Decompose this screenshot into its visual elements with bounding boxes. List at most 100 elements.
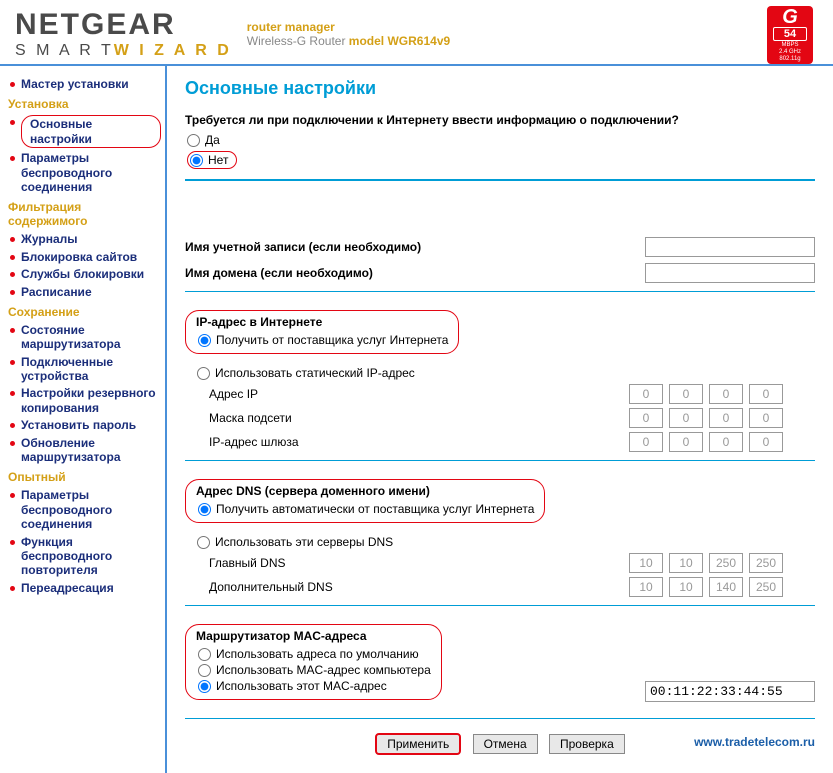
logo: NETGEAR S M A R TW I Z A R D bbox=[15, 8, 232, 60]
header: NETGEAR S M A R TW I Z A R D router mana… bbox=[0, 0, 833, 66]
divider bbox=[185, 718, 815, 719]
secondary-dns-octet-2[interactable] bbox=[669, 577, 703, 597]
mac-heading: Маршрутизатор MAC-адреса bbox=[196, 629, 431, 643]
sidebar-item[interactable]: Функция беспроводного повторителя bbox=[8, 535, 161, 578]
button-row: Применить Отмена Проверка www.tradetelec… bbox=[185, 733, 815, 755]
sidebar-item[interactable]: Расписание bbox=[8, 285, 161, 299]
bullet-icon bbox=[10, 237, 15, 242]
bullet-icon bbox=[10, 290, 15, 295]
header-tagline: router manager Wireless-G Router model W… bbox=[247, 20, 450, 48]
sidebar: Мастер установки Установка Основные настр… bbox=[0, 66, 167, 773]
sidebar-item[interactable]: Переадресация bbox=[8, 581, 161, 595]
sidebar-link[interactable]: Расписание bbox=[21, 285, 92, 299]
divider bbox=[185, 179, 815, 181]
sidebar-link[interactable]: Обновление маршрутизатора bbox=[21, 436, 161, 465]
sidebar-section-title: Опытный bbox=[8, 470, 161, 484]
mac-this-radio[interactable]: Использовать этот MAC-адрес bbox=[198, 679, 431, 693]
secondary-dns-octet-3[interactable] bbox=[709, 577, 743, 597]
ip-address-octet-2[interactable] bbox=[669, 384, 703, 404]
sidebar-link[interactable]: Подключенные устройства bbox=[21, 355, 161, 384]
dns-manual-radio[interactable]: Использовать эти серверы DNS bbox=[197, 535, 815, 549]
mac-computer-radio[interactable]: Использовать MAC-адрес компьютера bbox=[198, 663, 431, 677]
gateway-octet-3[interactable] bbox=[709, 432, 743, 452]
bullet-icon bbox=[10, 586, 15, 591]
subnet-mask-octet-3[interactable] bbox=[709, 408, 743, 428]
bullet-icon bbox=[10, 82, 15, 87]
bullet-icon bbox=[10, 120, 15, 125]
gateway-octet-1[interactable] bbox=[629, 432, 663, 452]
subnet-label: Маска подсети bbox=[209, 411, 629, 425]
sidebar-link[interactable]: Параметры беспроводного соединения bbox=[21, 488, 161, 531]
ip-address-octet-4[interactable] bbox=[749, 384, 783, 404]
sidebar-link[interactable]: Журналы bbox=[21, 232, 77, 246]
login-question: Требуется ли при подключении к Интернету… bbox=[185, 113, 815, 127]
secondary-dns-octet-1[interactable] bbox=[629, 577, 663, 597]
logo-sub: S M A R TW I Z A R D bbox=[15, 42, 232, 60]
wireless-g-badge-icon: G 54 MBPS 2.4 GHz 802.11g bbox=[767, 6, 813, 64]
bullet-icon bbox=[10, 360, 15, 365]
domain-input[interactable] bbox=[645, 263, 815, 283]
sidebar-item[interactable]: Состояние маршрутизатора bbox=[8, 323, 161, 352]
sidebar-item[interactable]: Подключенные устройства bbox=[8, 355, 161, 384]
sidebar-section-title: Установка bbox=[8, 97, 161, 111]
divider bbox=[185, 605, 815, 606]
sidebar-item[interactable]: Журналы bbox=[8, 232, 161, 246]
sidebar-item[interactable]: Параметры беспроводного соединения bbox=[8, 488, 161, 531]
account-input[interactable] bbox=[645, 237, 815, 257]
dns-auto-radio[interactable]: Получить автоматически от поставщика усл… bbox=[198, 502, 534, 516]
domain-label: Имя домена (если необходимо) bbox=[185, 266, 645, 280]
secondary-dns-octet-4[interactable] bbox=[749, 577, 783, 597]
sidebar-link[interactable]: Переадресация bbox=[21, 581, 114, 595]
sidebar-item[interactable]: Мастер установки bbox=[8, 77, 161, 91]
primary-dns-octet-1[interactable] bbox=[629, 553, 663, 573]
sidebar-link[interactable]: Установить пароль bbox=[21, 418, 136, 432]
subnet-mask-octet-4[interactable] bbox=[749, 408, 783, 428]
apply-button[interactable]: Применить bbox=[375, 733, 461, 755]
sidebar-item[interactable]: Установить пароль bbox=[8, 418, 161, 432]
login-no-radio[interactable]: Нет bbox=[187, 151, 237, 169]
bullet-icon bbox=[10, 441, 15, 446]
sidebar-item[interactable]: Обновление маршрутизатора bbox=[8, 436, 161, 465]
ip-address-octet-1[interactable] bbox=[629, 384, 663, 404]
mac-default-radio[interactable]: Использовать адреса по умолчанию bbox=[198, 647, 431, 661]
sidebar-link[interactable]: Состояние маршрутизатора bbox=[21, 323, 161, 352]
sidebar-link[interactable]: Основные настройки bbox=[21, 115, 161, 148]
sidebar-link[interactable]: Блокировка сайтов bbox=[21, 250, 137, 264]
mac-section-highlighted: Маршрутизатор MAC-адреса Использовать ад… bbox=[185, 624, 442, 700]
subnet-mask-octet-2[interactable] bbox=[669, 408, 703, 428]
bullet-icon bbox=[10, 493, 15, 498]
footer-link[interactable]: www.tradetelecom.ru bbox=[694, 735, 815, 749]
primary-dns-octet-3[interactable] bbox=[709, 553, 743, 573]
ip-isp-radio[interactable]: Получить от поставщика услуг Интернета bbox=[198, 333, 448, 347]
logo-main: NETGEAR bbox=[15, 8, 232, 42]
sidebar-item[interactable]: Основные настройки bbox=[8, 115, 161, 148]
sidebar-link[interactable]: Настройки резервного копирования bbox=[21, 386, 161, 415]
ip-section-highlighted: IP-адрес в Интернете Получить от поставщ… bbox=[185, 310, 459, 354]
primary-dns-octet-2[interactable] bbox=[669, 553, 703, 573]
gateway-octet-2[interactable] bbox=[669, 432, 703, 452]
ip-static-radio[interactable]: Использовать статический IP-адрес bbox=[197, 366, 815, 380]
sidebar-link[interactable]: Параметры беспроводного соединения bbox=[21, 151, 161, 194]
cancel-button[interactable]: Отмена bbox=[473, 734, 538, 754]
test-button[interactable]: Проверка bbox=[549, 734, 625, 754]
bullet-icon bbox=[10, 540, 15, 545]
bullet-icon bbox=[10, 423, 15, 428]
mac-address-input[interactable] bbox=[645, 681, 815, 702]
bullet-icon bbox=[10, 391, 15, 396]
sidebar-item[interactable]: Службы блокировки bbox=[8, 267, 161, 281]
sidebar-link[interactable]: Функция беспроводного повторителя bbox=[21, 535, 161, 578]
sidebar-item[interactable]: Блокировка сайтов bbox=[8, 250, 161, 264]
secondary-dns-label: Дополнительный DNS bbox=[209, 580, 629, 594]
sidebar-item[interactable]: Параметры беспроводного соединения bbox=[8, 151, 161, 194]
bullet-icon bbox=[10, 272, 15, 277]
login-yes-radio[interactable]: Да bbox=[187, 133, 815, 147]
sidebar-item[interactable]: Настройки резервного копирования bbox=[8, 386, 161, 415]
gateway-octet-4[interactable] bbox=[749, 432, 783, 452]
ip-address-octet-3[interactable] bbox=[709, 384, 743, 404]
primary-dns-octet-4[interactable] bbox=[749, 553, 783, 573]
sidebar-section-title: Фильтрация содержимого bbox=[8, 200, 161, 228]
sidebar-link[interactable]: Службы блокировки bbox=[21, 267, 144, 281]
subnet-mask-octet-1[interactable] bbox=[629, 408, 663, 428]
sidebar-link[interactable]: Мастер установки bbox=[21, 77, 129, 91]
ip-heading: IP-адрес в Интернете bbox=[196, 315, 448, 329]
